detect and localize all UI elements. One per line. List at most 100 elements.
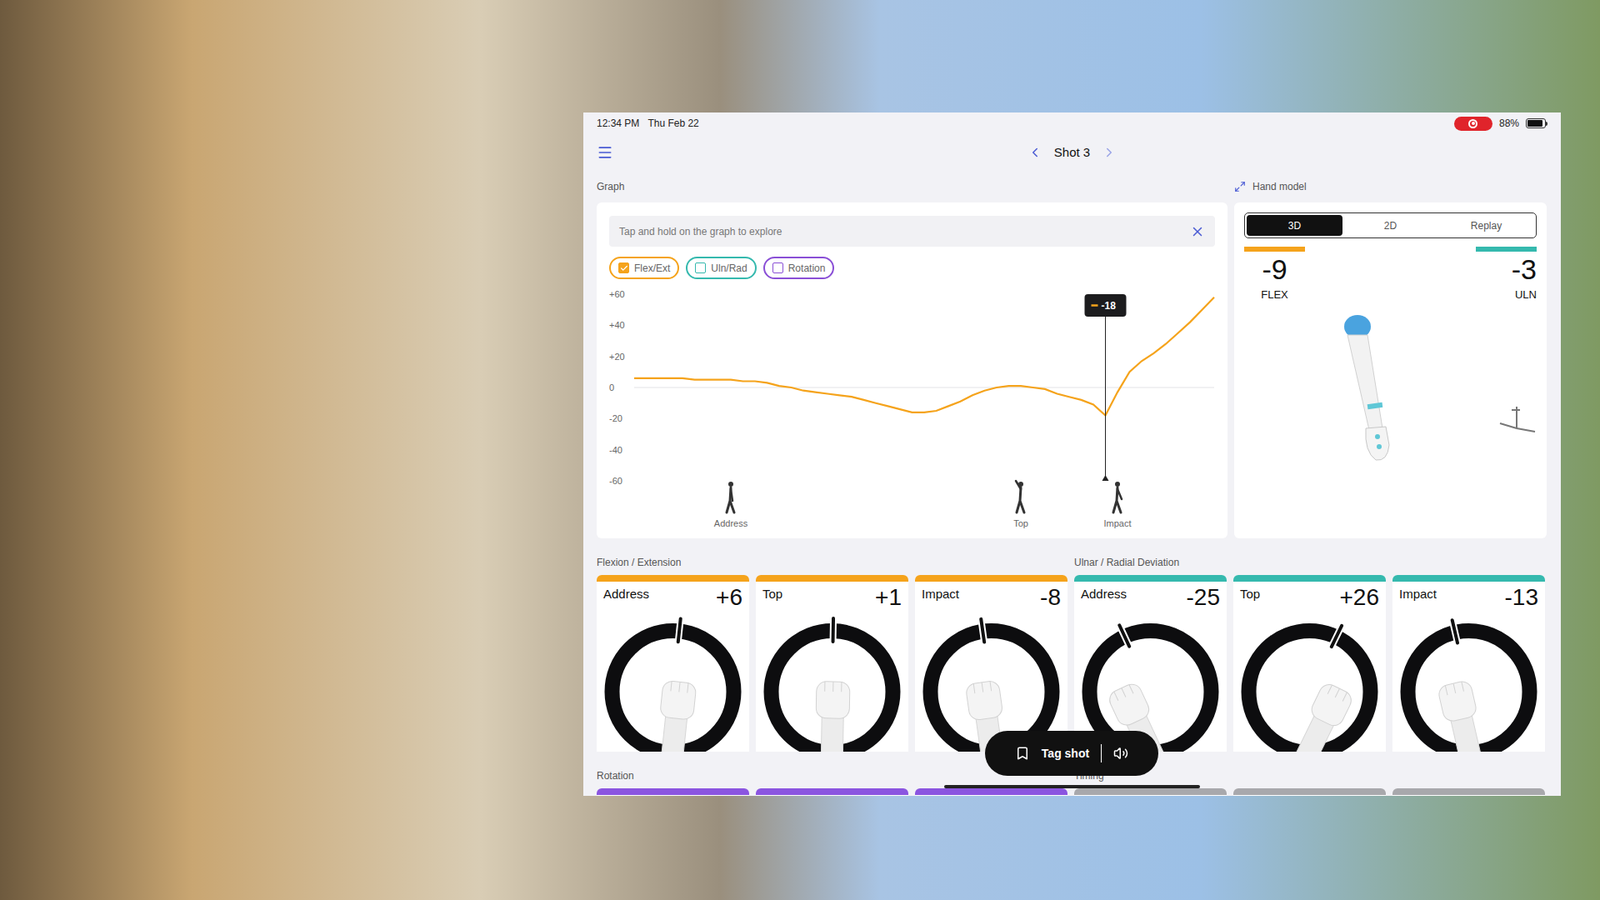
svg-text:-60: -60 — [609, 475, 623, 486]
svg-text:Address: Address — [714, 518, 749, 529]
metric-group: Flexion / Extension Address +6 Top +1 Impact -… — [596, 538, 1068, 752]
filter-chip[interactable]: Uln/Rad — [685, 256, 756, 280]
hint-text: Tap and hold on the graph to explore — [619, 224, 782, 240]
recording-indicator — [1454, 116, 1493, 131]
metric-label: Address — [1080, 581, 1127, 605]
lower-card[interactable] — [915, 788, 1068, 796]
graph-label: Graph — [596, 170, 1228, 203]
metric-card[interactable]: Address +6 — [596, 575, 750, 752]
next-shot-icon[interactable] — [1101, 145, 1117, 160]
metric-group-title: Ulnar / Radial Deviation — [1074, 538, 1545, 575]
lower-card[interactable] — [1392, 788, 1545, 796]
expand-icon[interactable] — [1234, 180, 1246, 193]
metric-color-bar — [1074, 575, 1227, 582]
metric-group-title: Flexion / Extension — [596, 538, 1068, 575]
checkbox[interactable] — [772, 262, 784, 274]
gauge — [596, 616, 750, 752]
graph-card: Tap and hold on the graph to explore Flex… — [596, 202, 1228, 539]
filter-label: Flex/Ext — [634, 260, 670, 276]
svg-text:-20: -20 — [609, 413, 623, 424]
metric-color-bar — [596, 575, 750, 582]
readout-bar — [1244, 246, 1305, 252]
view-tab[interactable]: Replay — [1438, 215, 1535, 236]
metric-label: Address — [603, 581, 650, 605]
metric-header: Top +1 — [755, 581, 909, 617]
event-marker: Address — [714, 481, 749, 529]
metric-header: Address +6 — [596, 581, 750, 617]
event-marker: Top — [1013, 480, 1029, 529]
y-tick: -40 — [609, 445, 623, 455]
y-tick: -20 — [609, 413, 623, 424]
metric-color-bar — [1392, 575, 1545, 582]
prev-shot-icon[interactable] — [1027, 145, 1043, 160]
metric-header: Top +26 — [1233, 581, 1386, 617]
metric-value: +1 — [875, 581, 902, 614]
gauge — [1233, 616, 1386, 752]
tag-shot-label: Tag shot — [1041, 745, 1090, 763]
metric-card[interactable]: Impact -8 — [915, 575, 1068, 752]
metric-card[interactable]: Address-25 — [1074, 575, 1227, 752]
cursor-marker: -18 — [1085, 294, 1127, 481]
metric-color-bar — [755, 575, 909, 582]
hand-icon — [1290, 681, 1355, 752]
axis-icon — [1495, 403, 1537, 437]
clock: 12:34 PMThu Feb 22 — [596, 115, 700, 131]
menu-icon[interactable] — [596, 144, 614, 161]
metric-value: +26 — [1340, 581, 1380, 614]
filter-chip[interactable]: Flex/Ext — [609, 256, 680, 280]
metric-group: Ulnar / Radial DeviationAddress-25 Top +26… — [1074, 538, 1545, 752]
readout-label: FLEX — [1260, 286, 1289, 304]
svg-text:+40: +40 — [609, 320, 625, 330]
metric-card[interactable]: Top +1 — [755, 575, 909, 752]
svg-text:-18: -18 — [1101, 300, 1117, 312]
metric-value: -13 — [1505, 581, 1539, 614]
metric-color-bar — [915, 575, 1068, 582]
golfer-icon — [1113, 481, 1122, 513]
close-icon[interactable] — [1190, 224, 1205, 240]
metric-value: -8 — [1040, 581, 1061, 614]
hand-viewer[interactable] — [1244, 303, 1537, 540]
checkbox[interactable] — [618, 262, 630, 274]
battery-icon — [1525, 118, 1548, 129]
svg-text:-40: -40 — [609, 445, 623, 455]
battery-percent: 88% — [1499, 115, 1520, 131]
lower-cards — [596, 788, 1068, 796]
golfer-icon — [1015, 480, 1025, 513]
hand-icon — [655, 680, 697, 752]
flex-chart[interactable]: +60+40+200-20-40-60-18AddressTopImpact — [609, 285, 1215, 532]
lower-card[interactable] — [1233, 788, 1386, 796]
lower-card[interactable] — [755, 788, 909, 796]
bookmark-icon — [1015, 745, 1030, 761]
y-tick: -60 — [609, 475, 623, 486]
readout-value: -3 — [1511, 251, 1537, 287]
checkbox[interactable] — [695, 262, 706, 274]
metric-header: Impact -8 — [915, 581, 1068, 617]
hand-model-header: Hand model — [1234, 170, 1547, 203]
filter-row: Flex/Ext Uln/Rad Rotation — [609, 256, 1215, 280]
graph-section: GraphTap and hold on the graph to explor… — [596, 170, 1228, 539]
check-icon — [620, 264, 629, 273]
hand-model-card: 3D2DReplay-9FLEX-3ULN — [1234, 202, 1547, 539]
tag-shot-button[interactable]: Tag shot — [985, 730, 1159, 776]
lower-card[interactable] — [1074, 788, 1227, 796]
view-tabs: 3D2DReplay — [1244, 212, 1537, 239]
hand-icon — [1437, 680, 1488, 752]
shot-switcher: Shot 3 — [1027, 143, 1117, 163]
readout-bar — [1475, 246, 1537, 252]
speaker-icon[interactable] — [1113, 745, 1129, 761]
view-tab[interactable]: 2D — [1342, 215, 1439, 236]
metric-card[interactable]: Top +26 — [1233, 575, 1386, 752]
view-tab[interactable]: 3D — [1246, 215, 1343, 236]
metric-cards: Address +6 Top +1 Impact -8 — [596, 575, 1068, 752]
gauge — [755, 616, 909, 752]
lower-card[interactable] — [596, 788, 750, 796]
metric-value: +6 — [715, 581, 743, 614]
filter-chip[interactable]: Rotation — [763, 256, 835, 280]
hand-model-section: Hand model3D2DReplay-9FLEX-3ULN — [1234, 170, 1547, 539]
metric-label: Impact — [921, 581, 960, 605]
readout: -3ULN — [1475, 246, 1537, 304]
svg-text:Top: Top — [1013, 518, 1029, 529]
metric-label: Top — [1240, 581, 1260, 605]
metric-card[interactable]: Impact-13 — [1392, 575, 1545, 752]
metric-label: Top — [762, 581, 783, 605]
